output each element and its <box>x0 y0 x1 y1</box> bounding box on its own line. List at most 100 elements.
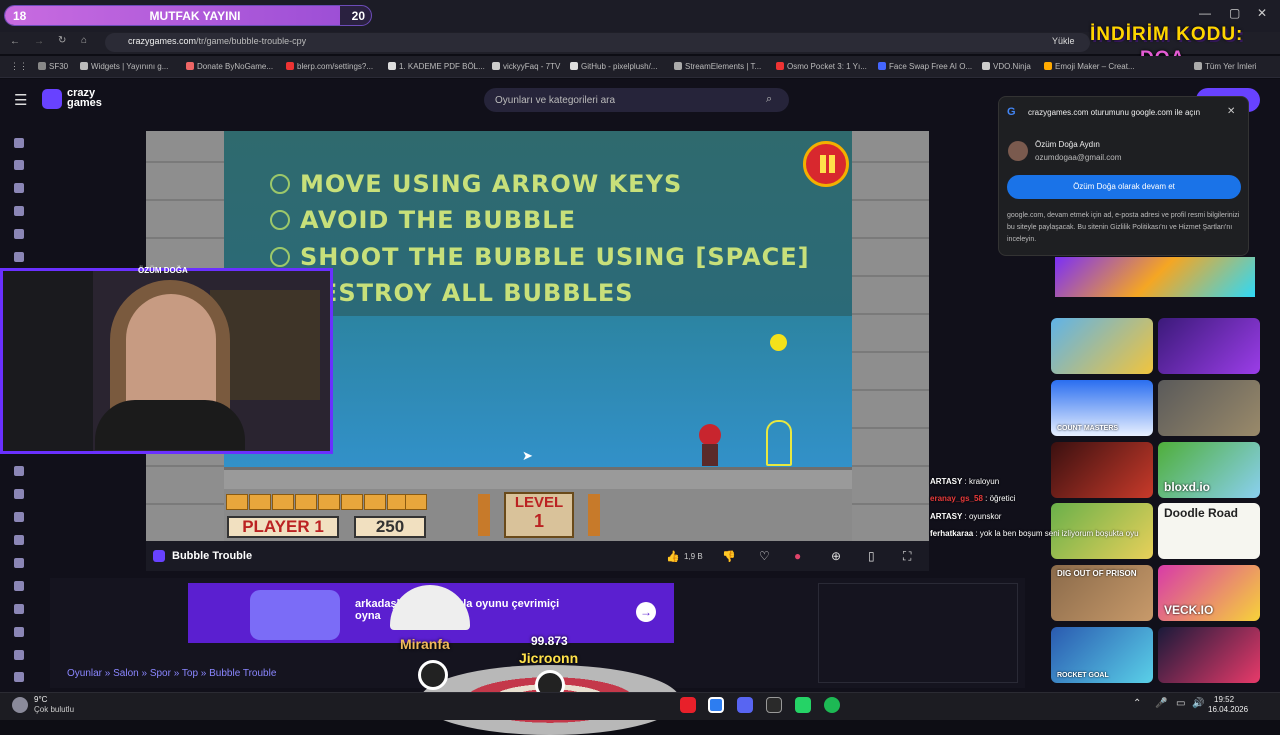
chrome-icon[interactable] <box>708 697 724 713</box>
sidebar-controller-icon[interactable] <box>14 512 24 522</box>
embed-icon[interactable]: ⊕ <box>831 549 841 563</box>
game-thumbnail[interactable] <box>1158 380 1260 436</box>
fullscreen-icon[interactable]: ⛶ <box>903 549 911 564</box>
volume-icon[interactable]: 🔊 <box>1192 698 1204 709</box>
mobile-icon[interactable]: ▯ <box>868 549 875 563</box>
sidebar-new-icon[interactable] <box>14 183 24 193</box>
bookmark-favicon-icon <box>878 62 886 70</box>
obs-icon[interactable] <box>766 697 782 713</box>
overlay-player-name: Miranfa <box>400 636 450 652</box>
sidebar-io-icon[interactable] <box>14 627 24 637</box>
sidebar-casual-icon[interactable] <box>14 558 24 568</box>
close-window-icon[interactable]: ✕ <box>1257 6 1267 20</box>
game-thumbnail[interactable]: Doodle Road <box>1158 503 1260 559</box>
life-slot-icon <box>318 494 340 510</box>
site-logo-text[interactable]: crazy games <box>67 88 102 109</box>
chat-message: ferhatkaraa : yok la ben boşum seni izli… <box>930 529 1139 538</box>
weather-icon[interactable] <box>12 697 28 713</box>
spotify-icon[interactable] <box>824 697 840 713</box>
apps-grid-icon[interactable]: ⋮⋮ <box>10 61 28 72</box>
arrow-right-icon[interactable]: → <box>636 602 656 622</box>
report-icon[interactable]: ● <box>794 549 801 563</box>
bookmark-item[interactable]: vickyyFaq - 7TV <box>492 62 560 71</box>
bookmark-item[interactable]: StreamElements | T... <box>674 62 761 71</box>
account-email: ozumdogaa@gmail.com <box>1035 153 1122 162</box>
game-thumbnail[interactable] <box>1158 627 1260 683</box>
sidebar-originals-icon[interactable] <box>14 252 24 262</box>
close-popup-icon[interactable]: ✕ <box>1227 106 1235 117</box>
game-thumbnail[interactable]: bloxd.io <box>1158 442 1260 498</box>
minimize-icon[interactable]: — <box>1199 6 1211 20</box>
webcam-label: ÖZÜM DOĞA <box>138 266 188 275</box>
sidebar-sports-icon[interactable] <box>14 604 24 614</box>
game-thumbnail[interactable] <box>1158 318 1260 374</box>
bookmark-item[interactable]: SF30 <box>38 62 68 71</box>
game-thumbnail[interactable] <box>1051 318 1153 374</box>
penguin-avatar <box>418 660 448 690</box>
sidebar-card-icon[interactable] <box>14 535 24 545</box>
taskbar <box>0 692 1280 720</box>
continue-as-button[interactable]: Özüm Doğa olarak devam et <box>1007 175 1241 199</box>
install-button[interactable]: Yükle <box>1052 36 1075 46</box>
mouse-cursor-icon: ➤ <box>522 448 533 463</box>
bookmark-item[interactable]: 1. KADEME PDF BÖL... <box>388 62 485 71</box>
bookmark-favicon-icon <box>982 62 990 70</box>
microphone-icon[interactable]: 🎤 <box>1155 698 1167 709</box>
bookmark-item[interactable]: Widgets | Yayınını g... <box>80 62 168 71</box>
pause-button[interactable] <box>803 141 849 187</box>
tray-chevron-icon[interactable]: ⌃ <box>1133 698 1141 709</box>
game-thumbnail[interactable]: COUNT MASTERS <box>1051 380 1153 436</box>
crazygames-logo-icon[interactable] <box>42 89 62 109</box>
game-thumbnail[interactable]: DIG OUT OF PRISON <box>1051 565 1153 621</box>
bookmark-item[interactable]: Osmo Pocket 3: 1 Yı... <box>776 62 867 71</box>
life-slot-icon <box>341 494 363 510</box>
clock-date[interactable]: 16.04.2026 <box>1208 705 1248 714</box>
bookmark-item[interactable]: Tüm Yer İmleri <box>1194 62 1257 71</box>
bookmark-item[interactable]: Emoji Maker – Creat... <box>1044 62 1135 71</box>
overlay-player-name: Jicroonn <box>519 650 579 666</box>
promo-banner-image[interactable] <box>1055 257 1255 297</box>
network-icon[interactable]: ▭ <box>1176 698 1185 709</box>
sidebar-puzzle-icon[interactable] <box>14 489 24 499</box>
like-icon[interactable]: 👍 <box>666 550 680 563</box>
overlay-score: 99.873 <box>531 634 568 648</box>
game-thumbnail[interactable] <box>1051 442 1153 498</box>
clock-time[interactable]: 19:52 <box>1214 695 1234 704</box>
sidebar-recent-icon[interactable] <box>14 160 24 170</box>
player-label: PLAYER 1 <box>227 516 339 538</box>
check-icon <box>270 174 290 194</box>
bookmark-favicon-icon <box>1044 62 1052 70</box>
breadcrumb[interactable]: Oyunlar » Salon » Spor » Top » Bubble Tr… <box>67 668 276 679</box>
bookmark-item[interactable]: Donate ByNoGame... <box>186 62 273 71</box>
dislike-icon[interactable]: 👎 <box>722 550 736 563</box>
bookmark-item[interactable]: Face Swap Free AI O... <box>878 62 972 71</box>
sidebar-trending-icon[interactable] <box>14 206 24 216</box>
sidebar-home-icon[interactable] <box>14 138 24 148</box>
whatsapp-icon[interactable] <box>795 697 811 713</box>
home-icon[interactable]: ⌂ <box>81 35 87 46</box>
life-icon <box>249 494 271 510</box>
sidebar-action-icon[interactable] <box>14 466 24 476</box>
bookmark-item[interactable]: VDO.Ninja <box>982 62 1031 71</box>
reload-icon[interactable]: ↻ <box>58 35 66 46</box>
game-thumbnail[interactable]: VECK.IO <box>1158 565 1260 621</box>
game-thumbnail[interactable]: ROCKET GOAL <box>1051 627 1153 683</box>
bookmark-item[interactable]: blerp.com/settings?... <box>286 62 373 71</box>
hamburger-menu-icon[interactable]: ☰ <box>14 91 27 109</box>
sidebar-updated-icon[interactable] <box>14 229 24 239</box>
discord-icon[interactable] <box>737 697 753 713</box>
favorite-icon[interactable]: ♡ <box>759 549 770 563</box>
back-icon[interactable]: ← <box>10 36 20 47</box>
maximize-icon[interactable]: ▢ <box>1229 6 1240 20</box>
bookmark-favicon-icon <box>776 62 784 70</box>
sidebar-clicker-icon[interactable] <box>14 581 24 591</box>
forward-icon[interactable]: → <box>34 36 44 47</box>
search-icon[interactable]: ⌕ <box>766 93 772 106</box>
chat-message: ARTASY : kraloyun <box>930 477 1000 486</box>
game-floor <box>224 467 852 489</box>
bookmark-favicon-icon <box>38 62 46 70</box>
bookmark-item[interactable]: GitHub - pixelplush/... <box>570 62 657 71</box>
sidebar-multiplayer-icon[interactable] <box>14 672 24 682</box>
sidebar-mahjong-icon[interactable] <box>14 650 24 660</box>
youtube-icon[interactable] <box>680 697 696 713</box>
